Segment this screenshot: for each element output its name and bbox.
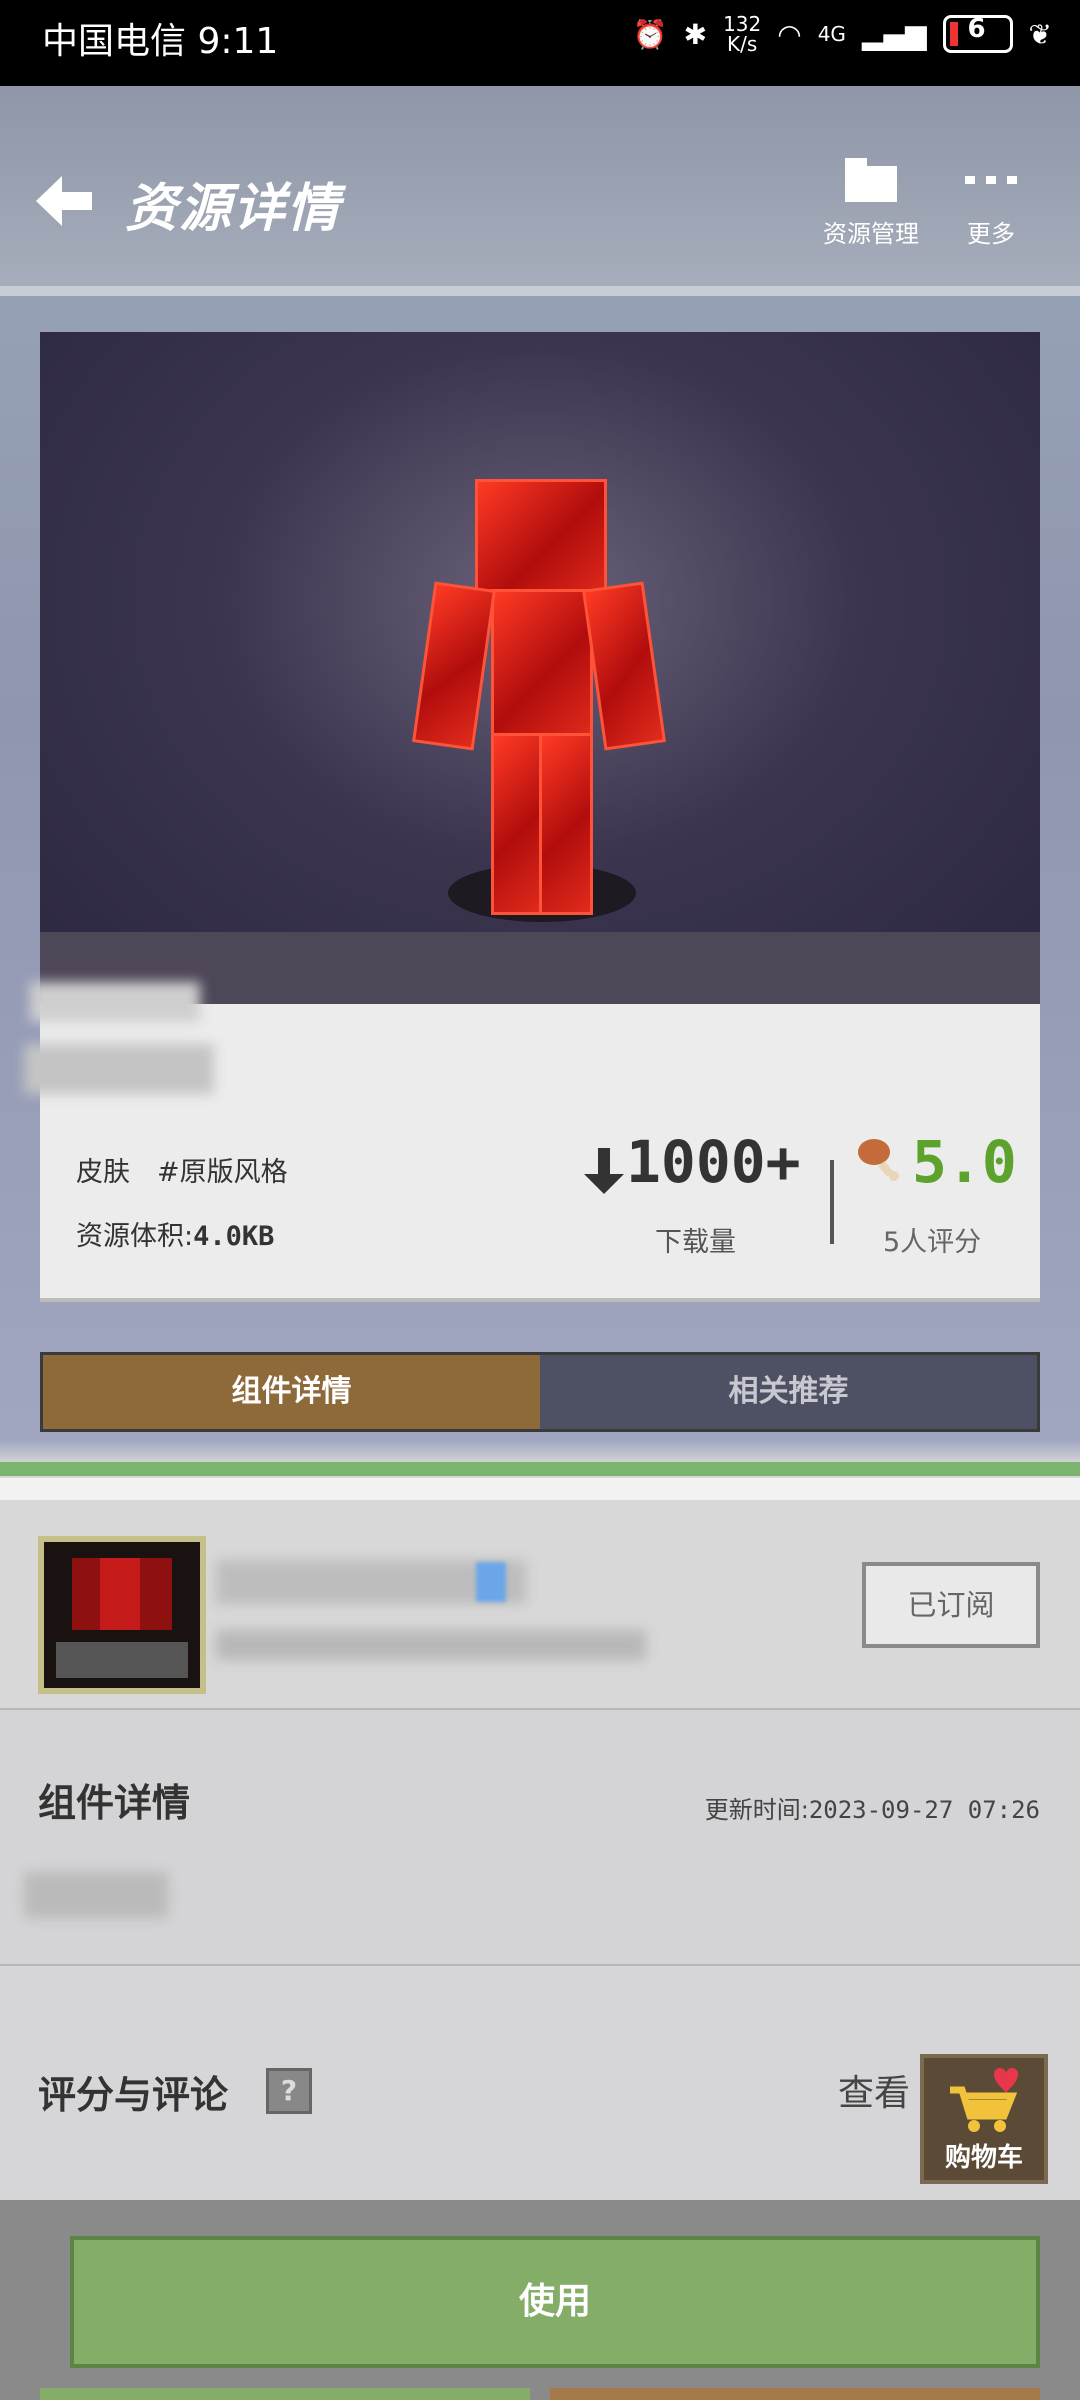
- rating-count: 5人评分: [883, 1227, 982, 1258]
- subscribed-button[interactable]: 已订阅: [862, 1562, 1040, 1648]
- author-title-blurred-accent: [476, 1562, 506, 1602]
- carrier-time: 中国电信 9:11: [42, 21, 279, 62]
- details-title: 组件详情: [38, 1781, 191, 1825]
- signal-icon: ▂▄▆: [861, 17, 927, 51]
- component-details-section: 组件详情 更新时间:2023-09-27 07:26: [0, 1710, 1080, 1966]
- net-speed: 132 K/s: [723, 12, 762, 56]
- author-avatar[interactable]: [38, 1536, 206, 1694]
- author-desc-blurred: [216, 1630, 646, 1660]
- status-bar: 中国电信 9:11 ⏰ ✱ 132 K/s ◠ 4G ▂▄▆ 6 ❦: [0, 0, 1080, 86]
- bottom-action-left[interactable]: [40, 2388, 530, 2400]
- skin-preview[interactable]: [40, 332, 1040, 1004]
- resource-tag: 皮肤 #原版风格: [76, 1157, 288, 1188]
- battery-icon: 6: [942, 14, 1013, 53]
- shopping-cart-button[interactable]: 购物车: [920, 2054, 1048, 2184]
- bottom-action-right[interactable]: [550, 2388, 1040, 2400]
- author-name-blurred: [24, 1044, 214, 1094]
- alarm-icon: ⏰: [632, 17, 668, 51]
- page-title: 资源详情: [125, 179, 342, 239]
- resource-manage-button[interactable]: 资源管理: [816, 156, 926, 249]
- folder-icon: [845, 158, 897, 202]
- app-bar: 资源详情 资源管理 更多: [0, 86, 1080, 290]
- more-button[interactable]: 更多: [936, 156, 1046, 249]
- tab-related-recommendations[interactable]: 相关推荐: [540, 1355, 1037, 1429]
- tab-component-details[interactable]: 组件详情: [43, 1355, 540, 1429]
- help-icon[interactable]: ?: [266, 2068, 312, 2114]
- divider-strip: [0, 1478, 1080, 1500]
- details-text-blurred: [24, 1872, 168, 1918]
- cart-icon: [950, 2068, 1018, 2132]
- more-dots-icon: [965, 176, 1017, 184]
- cart-label: 购物车: [944, 2143, 1023, 2173]
- drumstick-icon: [858, 1139, 899, 1181]
- download-icon: [584, 1148, 624, 1194]
- author-row: 已订阅: [0, 1500, 1080, 1710]
- use-button[interactable]: 使用: [70, 2236, 1040, 2368]
- rating-score: 5.0: [912, 1128, 1017, 1196]
- resource-size: 资源体积:4.0KB: [76, 1221, 275, 1252]
- bluetooth-icon: ✱: [683, 17, 708, 51]
- status-icons: ⏰ ✱ 132 K/s ◠ 4G ▂▄▆ 6 ❦: [633, 14, 1052, 54]
- download-count: 1000+: [626, 1128, 801, 1196]
- header-divider: [0, 286, 1080, 296]
- leaf-icon: ❦: [1028, 17, 1052, 51]
- arrow-left-icon[interactable]: [28, 166, 98, 236]
- see-all-link[interactable]: 查看: [838, 2064, 910, 2116]
- wifi-icon: ◠: [777, 17, 802, 51]
- network-type: 4G: [817, 22, 846, 46]
- stats-divider: [830, 1160, 834, 1244]
- reviews-title: 评分与评论: [38, 2073, 229, 2117]
- resource-card: 皮肤 #原版风格 资源体积:4.0KB 1000+ 下载量 5.0 5人评分: [24, 332, 1040, 1298]
- ratings-reviews-section: 评分与评论 ? 查看: [0, 1966, 1080, 2206]
- download-label: 下载量: [655, 1227, 736, 1258]
- section-divider: [0, 1462, 1080, 1476]
- resource-name-blurred: [30, 982, 200, 1022]
- tab-bar: 组件详情 相关推荐: [40, 1352, 1040, 1432]
- update-time: 更新时间:2023-09-27 07:26: [704, 1796, 1040, 1824]
